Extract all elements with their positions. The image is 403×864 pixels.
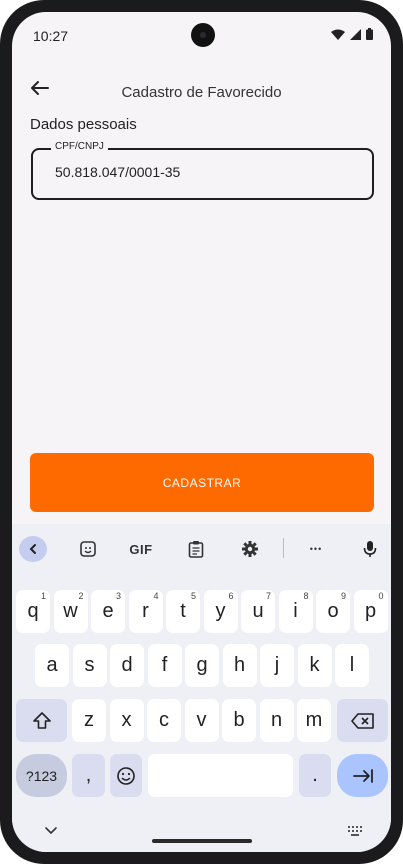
key-j[interactable]: j [260, 644, 294, 687]
cadastrar-button[interactable]: CADASTRAR [30, 453, 374, 512]
voice-input-button[interactable] [358, 536, 382, 562]
key-number-hint: 5 [190, 591, 196, 601]
key-number-hint: 7 [265, 591, 271, 601]
top-app-bar: Cadastro de Favorecido [12, 64, 391, 120]
key-number-hint: 3 [115, 591, 121, 601]
key-letter: w [63, 600, 78, 622]
key-a[interactable]: a [35, 644, 69, 687]
more-button[interactable]: ••• [302, 536, 330, 562]
hide-keyboard-button[interactable] [44, 823, 58, 841]
wifi-icon [331, 29, 345, 40]
key-z[interactable]: z [72, 699, 106, 742]
key-letter: e [102, 600, 114, 622]
cpf-cnpj-input[interactable] [55, 164, 345, 180]
key-n[interactable]: n [259, 699, 294, 742]
keyboard-switch-button[interactable] [347, 824, 363, 842]
shift-icon [32, 711, 51, 729]
key-number-hint: 4 [153, 591, 159, 601]
key-d[interactable]: d [110, 644, 144, 687]
next-key[interactable] [337, 754, 388, 797]
cpf-cnpj-label: CPF/CNPJ [51, 141, 108, 152]
keyboard-icon [348, 826, 362, 836]
toolbar-divider [283, 538, 284, 558]
backspace-icon [350, 712, 374, 729]
symbols-key[interactable]: ?123 [16, 754, 67, 797]
clipboard-button[interactable] [184, 536, 208, 562]
microphone-icon [363, 541, 377, 557]
tab-next-icon [352, 768, 373, 783]
screen: 10:27 Cadastro de Favorecido Dados pesso… [12, 12, 391, 852]
keyboard-collapse-button[interactable] [19, 536, 47, 562]
key-o[interactable]: o9 [316, 590, 350, 633]
key-letter: y [215, 600, 226, 622]
shift-key[interactable] [16, 699, 67, 742]
key-r[interactable]: r4 [128, 590, 163, 633]
key-v[interactable]: v [184, 699, 219, 742]
clipboard-icon [188, 541, 204, 558]
keyboard: GIF ••• q1w2e3r4t5y6u7i8o9p0 asdfghjkl z… [12, 524, 391, 852]
battery-icon [366, 28, 373, 40]
home-indicator[interactable] [152, 839, 252, 843]
chevron-left-icon [29, 544, 36, 554]
key-number-hint: 8 [303, 591, 309, 601]
navigation-bar [12, 814, 391, 852]
comma-key[interactable]: , [72, 754, 105, 797]
key-e[interactable]: e3 [91, 590, 125, 633]
page-title: Cadastro de Favorecido [121, 84, 282, 101]
settings-button[interactable] [238, 536, 262, 562]
space-key[interactable] [148, 754, 293, 797]
key-letter: o [327, 600, 339, 622]
key-letter: p [364, 600, 377, 622]
key-l[interactable]: l [335, 644, 369, 687]
key-number-hint: 1 [40, 591, 46, 601]
key-g[interactable]: g [185, 644, 219, 687]
sticker-button[interactable] [76, 536, 100, 562]
key-b[interactable]: b [222, 699, 256, 742]
backspace-key[interactable] [337, 699, 388, 742]
key-number-hint: 2 [78, 591, 84, 601]
device-frame: 10:27 Cadastro de Favorecido Dados pesso… [0, 0, 403, 864]
key-m[interactable]: m [297, 699, 331, 742]
chevron-down-icon [45, 827, 57, 835]
key-i[interactable]: i8 [278, 590, 313, 633]
key-c[interactable]: c [147, 699, 181, 742]
key-u[interactable]: u7 [241, 590, 275, 633]
key-p[interactable]: p0 [353, 590, 388, 633]
keyboard-toolbar: GIF ••• [12, 534, 391, 564]
cpf-cnpj-field[interactable]: CPF/CNPJ [31, 141, 374, 200]
key-letter: i [293, 600, 298, 622]
key-k[interactable]: k [297, 644, 332, 687]
key-letter: u [252, 600, 264, 622]
key-number-hint: 0 [378, 591, 384, 601]
signal-icon [350, 28, 361, 40]
key-letter: q [27, 600, 39, 622]
emoji-icon [117, 766, 135, 785]
key-t[interactable]: t5 [166, 590, 200, 633]
key-y[interactable]: y6 [203, 590, 238, 633]
period-key[interactable]: . [299, 754, 331, 797]
section-title: Dados pessoais [30, 116, 137, 133]
status-bar: 10:27 [12, 12, 391, 58]
gear-icon [242, 541, 258, 557]
key-f[interactable]: f [147, 644, 182, 687]
key-letter: t [180, 600, 186, 622]
gif-button[interactable]: GIF [126, 536, 156, 562]
status-icons [331, 28, 373, 40]
key-number-hint: 9 [340, 591, 346, 601]
key-h[interactable]: h [222, 644, 257, 687]
key-letter: r [142, 600, 149, 622]
status-time: 10:27 [33, 28, 69, 44]
emoji-key[interactable] [110, 754, 142, 797]
camera-cutout [191, 23, 215, 47]
key-number-hint: 6 [228, 591, 234, 601]
sticker-icon [80, 541, 96, 557]
key-x[interactable]: x [109, 699, 144, 742]
key-s[interactable]: s [72, 644, 107, 687]
key-q[interactable]: q1 [16, 590, 50, 633]
key-w[interactable]: w2 [53, 590, 88, 633]
